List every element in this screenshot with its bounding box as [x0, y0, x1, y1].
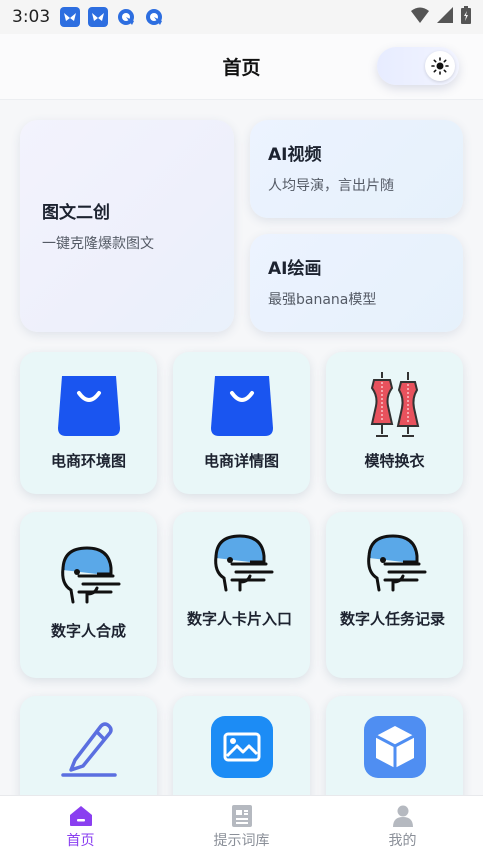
- shopping-bag-icon: [57, 376, 120, 436]
- card-subtitle: 最强banana模型: [268, 292, 377, 308]
- cube-tool-tile[interactable]: [326, 696, 463, 795]
- ecommerce-scene-tile[interactable]: 电商环境图: [20, 352, 157, 494]
- shopping-bag-icon: [210, 376, 273, 436]
- status-time: 3:03: [12, 7, 51, 27]
- nav-profile[interactable]: 我的: [322, 796, 483, 859]
- theme-knob: [425, 51, 455, 81]
- card-title: AI视频: [268, 145, 322, 165]
- image-tool-tile[interactable]: [173, 696, 310, 795]
- nav-home[interactable]: 首页: [0, 796, 161, 859]
- browser-notification-icon: [116, 7, 136, 27]
- app-notification-icon: [60, 7, 81, 27]
- home-content: 图文二创 一键克隆爆款图文 AI视频 人均导演，言出片随 AI绘画 最强bana…: [0, 100, 483, 795]
- nav-label: 提示词库: [213, 833, 270, 849]
- signal-icon: [437, 7, 453, 27]
- digital-human-task-tile[interactable]: 数字人任务记录: [326, 512, 463, 678]
- digital-human-icon: [213, 534, 273, 592]
- ecommerce-detail-tile[interactable]: 电商详情图: [173, 352, 310, 494]
- nav-prompt-library[interactable]: 提示词库: [161, 796, 322, 859]
- battery-icon: [461, 6, 471, 28]
- pencil-tool-tile[interactable]: [20, 696, 157, 795]
- status-bar: 3:03: [0, 0, 483, 34]
- app-header: 首页: [0, 34, 483, 100]
- image-icon: [210, 716, 273, 778]
- browser-notification-icon: [144, 7, 164, 27]
- card-subtitle: 一键克隆爆款图文: [42, 236, 154, 252]
- pencil-icon: [60, 722, 117, 777]
- digital-human-icon: [366, 534, 426, 592]
- page-title: 首页: [222, 57, 261, 79]
- document-icon: [231, 805, 252, 827]
- card-title: 图文二创: [42, 203, 110, 223]
- tile-label: 电商详情图: [203, 452, 279, 470]
- nav-label: 首页: [66, 833, 95, 849]
- ai-drawing-card[interactable]: AI绘画 最强banana模型: [250, 234, 463, 332]
- sun-icon: [431, 57, 449, 75]
- home-icon: [69, 806, 92, 826]
- tile-label: 模特换衣: [364, 452, 425, 470]
- tile-label: 数字人合成: [50, 622, 126, 640]
- card-title: AI绘画: [268, 259, 322, 279]
- model-outfit-tile[interactable]: 模特换衣: [326, 352, 463, 494]
- image-text-remix-card[interactable]: 图文二创 一键克隆爆款图文: [20, 120, 234, 332]
- digital-human-compose-tile[interactable]: 数字人合成: [20, 512, 157, 678]
- tile-label: 数字人卡片入口: [187, 610, 293, 628]
- wifi-icon: [411, 7, 429, 27]
- app-notification-icon: [88, 7, 109, 27]
- user-icon: [392, 805, 413, 827]
- mannequin-icon: [370, 372, 419, 437]
- digital-human-card-tile[interactable]: 数字人卡片入口: [173, 512, 310, 678]
- tile-label: 电商环境图: [50, 452, 126, 470]
- cube-icon: [363, 716, 426, 778]
- tile-label: 数字人任务记录: [340, 610, 446, 628]
- nav-label: 我的: [388, 833, 417, 849]
- card-subtitle: 人均导演，言出片随: [268, 178, 394, 194]
- ai-video-card[interactable]: AI视频 人均导演，言出片随: [250, 120, 463, 218]
- digital-human-icon: [60, 546, 120, 604]
- bottom-nav: 首页 提示词库 我的: [0, 795, 483, 859]
- theme-toggle[interactable]: [377, 47, 459, 85]
